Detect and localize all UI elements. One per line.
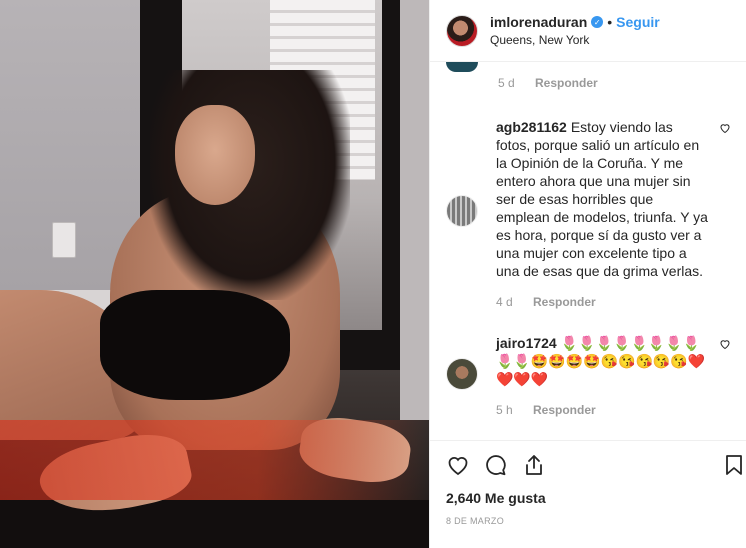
comment-meta: 4 d Responder bbox=[496, 293, 708, 311]
comment-body: agb281162 Estoy viendo las fotos, porque … bbox=[496, 118, 708, 311]
comment-username[interactable]: jairo1724 bbox=[496, 335, 557, 351]
comment-body: jairo1724 🌷🌷🌷🌷🌷🌷🌷🌷🌷🌷🤩🤩🤩🤩😘😘😘😘😘❤️❤️❤️❤️ 5 h… bbox=[496, 334, 708, 419]
author-username[interactable]: imlorenaduran bbox=[490, 14, 587, 30]
username-row: imlorenaduran ✓ • Seguir bbox=[490, 14, 660, 30]
comments-list[interactable]: 5 d Responder agb281162 Estoy viendo las … bbox=[430, 62, 746, 440]
comment-avatar[interactable] bbox=[446, 62, 478, 72]
reply-button[interactable]: Responder bbox=[533, 293, 596, 311]
comment-time[interactable]: 4 d bbox=[496, 293, 533, 311]
post-side-panel: imlorenaduran ✓ • Seguir Queens, New Yor… bbox=[429, 0, 746, 548]
post-date: 8 DE MARZO bbox=[446, 516, 505, 526]
comment-item: agb281162 Estoy viendo las fotos, porque … bbox=[446, 118, 731, 311]
post-location[interactable]: Queens, New York bbox=[490, 33, 660, 47]
comment-meta: 5 d Responder bbox=[498, 76, 598, 90]
photo-light-leak bbox=[0, 420, 429, 500]
comment-icon[interactable] bbox=[484, 453, 508, 477]
comment-time[interactable]: 5 h bbox=[496, 401, 533, 419]
post-actions: 2,640 Me gusta 8 DE MARZO bbox=[430, 440, 746, 548]
bookmark-icon[interactable] bbox=[722, 453, 746, 477]
photo-hair bbox=[150, 70, 350, 300]
photo-face bbox=[175, 105, 255, 205]
comment-username[interactable]: agb281162 bbox=[496, 119, 567, 135]
post-header: imlorenaduran ✓ • Seguir Queens, New Yor… bbox=[430, 0, 746, 62]
reply-button[interactable]: Responder bbox=[535, 76, 598, 90]
comment-time[interactable]: 5 d bbox=[498, 76, 535, 90]
comment-like-heart-icon[interactable] bbox=[719, 122, 731, 134]
author-avatar[interactable] bbox=[446, 14, 478, 47]
photo-outlet bbox=[52, 222, 76, 258]
header-text: imlorenaduran ✓ • Seguir Queens, New Yor… bbox=[490, 14, 660, 47]
verified-badge-icon: ✓ bbox=[591, 16, 604, 28]
photo-floor bbox=[0, 500, 429, 548]
photo-wall-right bbox=[400, 0, 429, 420]
post-photo[interactable] bbox=[0, 0, 429, 548]
comment-avatar[interactable] bbox=[446, 358, 478, 390]
reply-button[interactable]: Responder bbox=[533, 401, 596, 419]
action-buttons bbox=[430, 441, 746, 489]
share-icon[interactable] bbox=[522, 453, 546, 477]
photo-swimsuit bbox=[100, 290, 290, 400]
heart-icon[interactable] bbox=[446, 453, 470, 477]
comment-avatar[interactable] bbox=[446, 195, 478, 227]
comment-item: jairo1724 🌷🌷🌷🌷🌷🌷🌷🌷🌷🌷🤩🤩🤩🤩😘😘😘😘😘❤️❤️❤️❤️ 5 h… bbox=[446, 334, 731, 419]
comment-meta: 5 h Responder bbox=[496, 401, 708, 419]
separator-dot: • bbox=[607, 14, 613, 30]
comment-like-heart-icon[interactable] bbox=[719, 338, 731, 350]
follow-button[interactable]: Seguir bbox=[616, 14, 660, 30]
likes-count[interactable]: 2,640 Me gusta bbox=[430, 490, 746, 506]
comment-text: Estoy viendo las fotos, porque salió un … bbox=[496, 119, 708, 279]
